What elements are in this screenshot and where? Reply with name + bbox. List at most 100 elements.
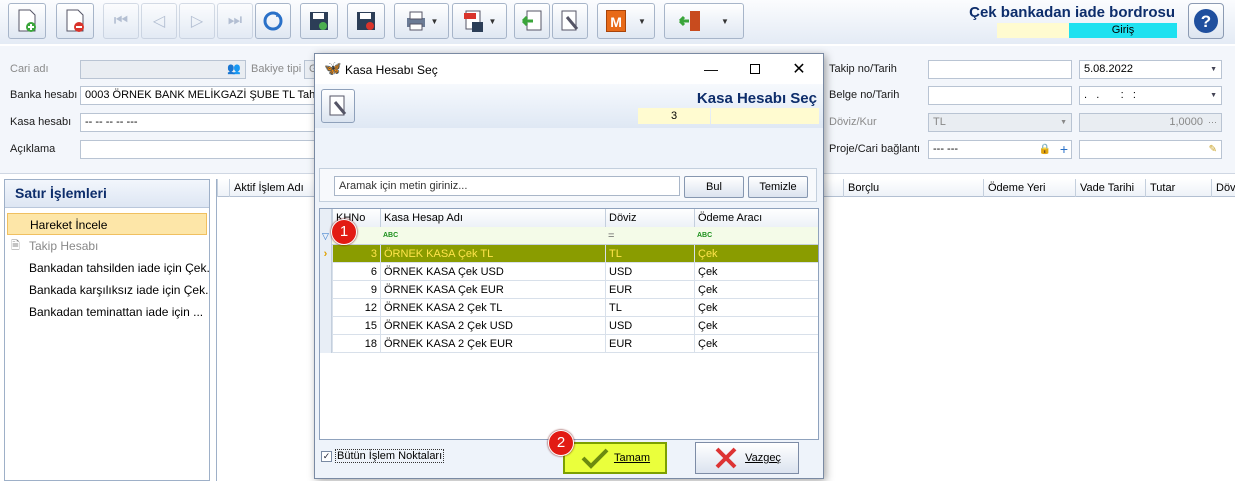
toolbar: ⏮ ◁ ▷ ⏭ ▼ ▼ M ▼ ▼ Çek bankadan iade bord… [0, 0, 1235, 44]
tools-icon [329, 95, 347, 116]
chevron-down-icon: ▼ [721, 16, 729, 26]
cell-method: Çek [694, 299, 818, 317]
module-menu-button[interactable]: M ▼ [597, 3, 655, 39]
grid-header: KHNo Kasa Hesap Adı Döviz Ödeme Aracı [320, 209, 818, 227]
pdf-button[interactable]: ▼ [452, 3, 507, 39]
table-row[interactable]: 6 ÖRNEK KASA Çek USD USD Çek [320, 263, 818, 281]
cell-currency: EUR [605, 281, 694, 299]
save-icon [310, 12, 328, 30]
save-and-close-button[interactable] [347, 3, 385, 39]
column-header[interactable]: Döviz [605, 209, 694, 227]
record-count: 3 [638, 108, 710, 124]
takip-date-field[interactable]: 5.08.2022 ▼ [1079, 60, 1222, 79]
action-tahsilden-iade[interactable]: Bankadan tahsilden iade için Çek... [5, 257, 209, 279]
minimize-icon: — [704, 61, 718, 77]
filter-cell[interactable]: ABC [694, 227, 818, 245]
action-teminattan-iade[interactable]: Bankadan teminattan iade için ... [5, 301, 209, 323]
column-header[interactable]: Tutar [1145, 179, 1211, 197]
table-row[interactable]: 9 ÖRNEK KASA Çek EUR EUR Çek [320, 281, 818, 299]
proje-field[interactable]: --- --- 🔒 + [928, 140, 1072, 159]
new-document-button[interactable] [8, 3, 46, 39]
pdf-icon [463, 10, 483, 32]
kur-field[interactable]: 1,0000 ⋯ [1079, 113, 1222, 132]
column-header[interactable]: Kasa Hesap Adı [380, 209, 605, 227]
cancel-button[interactable]: Vazgeç [695, 442, 799, 474]
table-row[interactable]: 12 ÖRNEK KASA 2 Çek TL TL Çek [320, 299, 818, 317]
action-takip-hesabi[interactable]: 🗎 Takip Hesabı [5, 235, 209, 257]
first-record-button[interactable]: ⏮ [103, 3, 139, 39]
action-hareket-incele[interactable]: Hareket İncele [7, 213, 207, 235]
belge-no-field[interactable] [928, 86, 1072, 105]
cell-currency: USD [605, 317, 694, 335]
all-points-checkbox[interactable]: ✓ Bütün İşlem Noktaları [321, 449, 445, 463]
print-button[interactable]: ▼ [394, 3, 449, 39]
cell-method: Çek [694, 335, 818, 353]
belge-date-value: . . : : [1084, 89, 1136, 101]
refresh-button[interactable] [255, 3, 291, 39]
action-karsiliksiz-iade[interactable]: Bankada karşılıksız iade için Çek... [5, 279, 209, 301]
last-record-button[interactable]: ⏭ [217, 3, 253, 39]
dialog-heading: Kasa Hesabı Seç [696, 90, 817, 107]
import-button[interactable] [514, 3, 550, 39]
column-header[interactable]: Borçlu [843, 179, 983, 197]
takip-no-field[interactable] [928, 60, 1072, 79]
tools-button[interactable] [552, 3, 588, 39]
cari-baglanti-field[interactable]: ✎ [1079, 140, 1222, 159]
cell-name: ÖRNEK KASA Çek USD [380, 263, 605, 281]
dialog-body: Kasa Hesabı Seç 3 Aramak için metin giri… [315, 84, 823, 478]
prev-icon: ◁ [152, 13, 166, 30]
cari-adi-field[interactable]: 👥 [80, 60, 246, 79]
cancel-label: Vazgeç [745, 452, 781, 464]
new-doc-icon [18, 9, 36, 32]
aciklama-field[interactable] [80, 140, 316, 159]
column-header[interactable]: Vade Tarihi [1075, 179, 1145, 197]
mode-label: Giriş [1069, 23, 1177, 38]
cell-no: 18 [332, 335, 380, 353]
next-record-button[interactable]: ▷ [179, 3, 215, 39]
search-input[interactable]: Aramak için metin giriniz... [334, 176, 680, 196]
table-row[interactable]: › 3 ÖRNEK KASA Çek TL TL Çek [320, 245, 818, 263]
people-icon: 👥 [227, 63, 241, 75]
cell-no: 9 [332, 281, 380, 299]
belge-date-field[interactable]: . . : : ▼ [1079, 86, 1222, 105]
chevron-down-icon: ▼ [1210, 92, 1217, 99]
filter-cell[interactable]: = [605, 227, 694, 245]
save-button[interactable] [300, 3, 338, 39]
dialog-tools-button[interactable] [321, 89, 355, 123]
column-header[interactable]: Ödeme Yeri [983, 179, 1075, 197]
cell-no: 12 [332, 299, 380, 317]
help-button[interactable]: ? [1188, 3, 1224, 39]
maximize-button[interactable] [733, 54, 777, 84]
exit-button[interactable]: ▼ [664, 3, 744, 39]
clear-button[interactable]: Temizle [748, 176, 808, 198]
document-icon: 🗎 [11, 240, 20, 252]
column-header[interactable]: Aktif İşlem Adı [229, 179, 327, 197]
previous-record-button[interactable]: ◁ [141, 3, 177, 39]
ok-button[interactable]: Tamam [563, 442, 667, 474]
find-button[interactable]: Bul [684, 176, 744, 198]
close-button[interactable]: ✕ [777, 54, 821, 84]
step-badge-1: 1 [331, 219, 357, 245]
eraser-icon[interactable]: ✎ [1209, 141, 1217, 158]
mode-indicator: Giriş [997, 23, 1177, 38]
action-label: Bankadan teminattan iade için ... [29, 305, 204, 319]
delete-document-button[interactable] [56, 3, 94, 39]
column-header[interactable]: Döviz [1211, 179, 1235, 197]
banka-hesabi-field[interactable]: 0003 ÖRNEK BANK MELİKGAZİ ŞUBE TL Tahsil… [80, 86, 316, 105]
plus-icon[interactable]: + [1060, 141, 1068, 157]
checkbox-checked-icon: ✓ [321, 450, 332, 462]
cell-currency: TL [605, 299, 694, 317]
filter-cell[interactable]: ABC [380, 227, 605, 245]
row-indicator-icon: › [320, 245, 332, 263]
banka-hesabi-label: Banka hesabı [10, 89, 78, 101]
delete-doc-icon [66, 9, 84, 32]
kasa-hesabi-field[interactable]: -- -- -- -- --- [80, 113, 316, 132]
doviz-field[interactable]: TL ▼ [928, 113, 1072, 132]
column-header[interactable]: Ödeme Aracı [694, 209, 818, 227]
minimize-button[interactable]: — [689, 54, 733, 84]
save-close-icon [357, 12, 375, 30]
cell-method: Çek [694, 245, 818, 263]
chevron-down-icon: ▼ [638, 16, 646, 26]
table-row[interactable]: 18 ÖRNEK KASA 2 Çek EUR EUR Çek [320, 335, 818, 353]
table-row[interactable]: 15 ÖRNEK KASA 2 Çek USD USD Çek [320, 317, 818, 335]
